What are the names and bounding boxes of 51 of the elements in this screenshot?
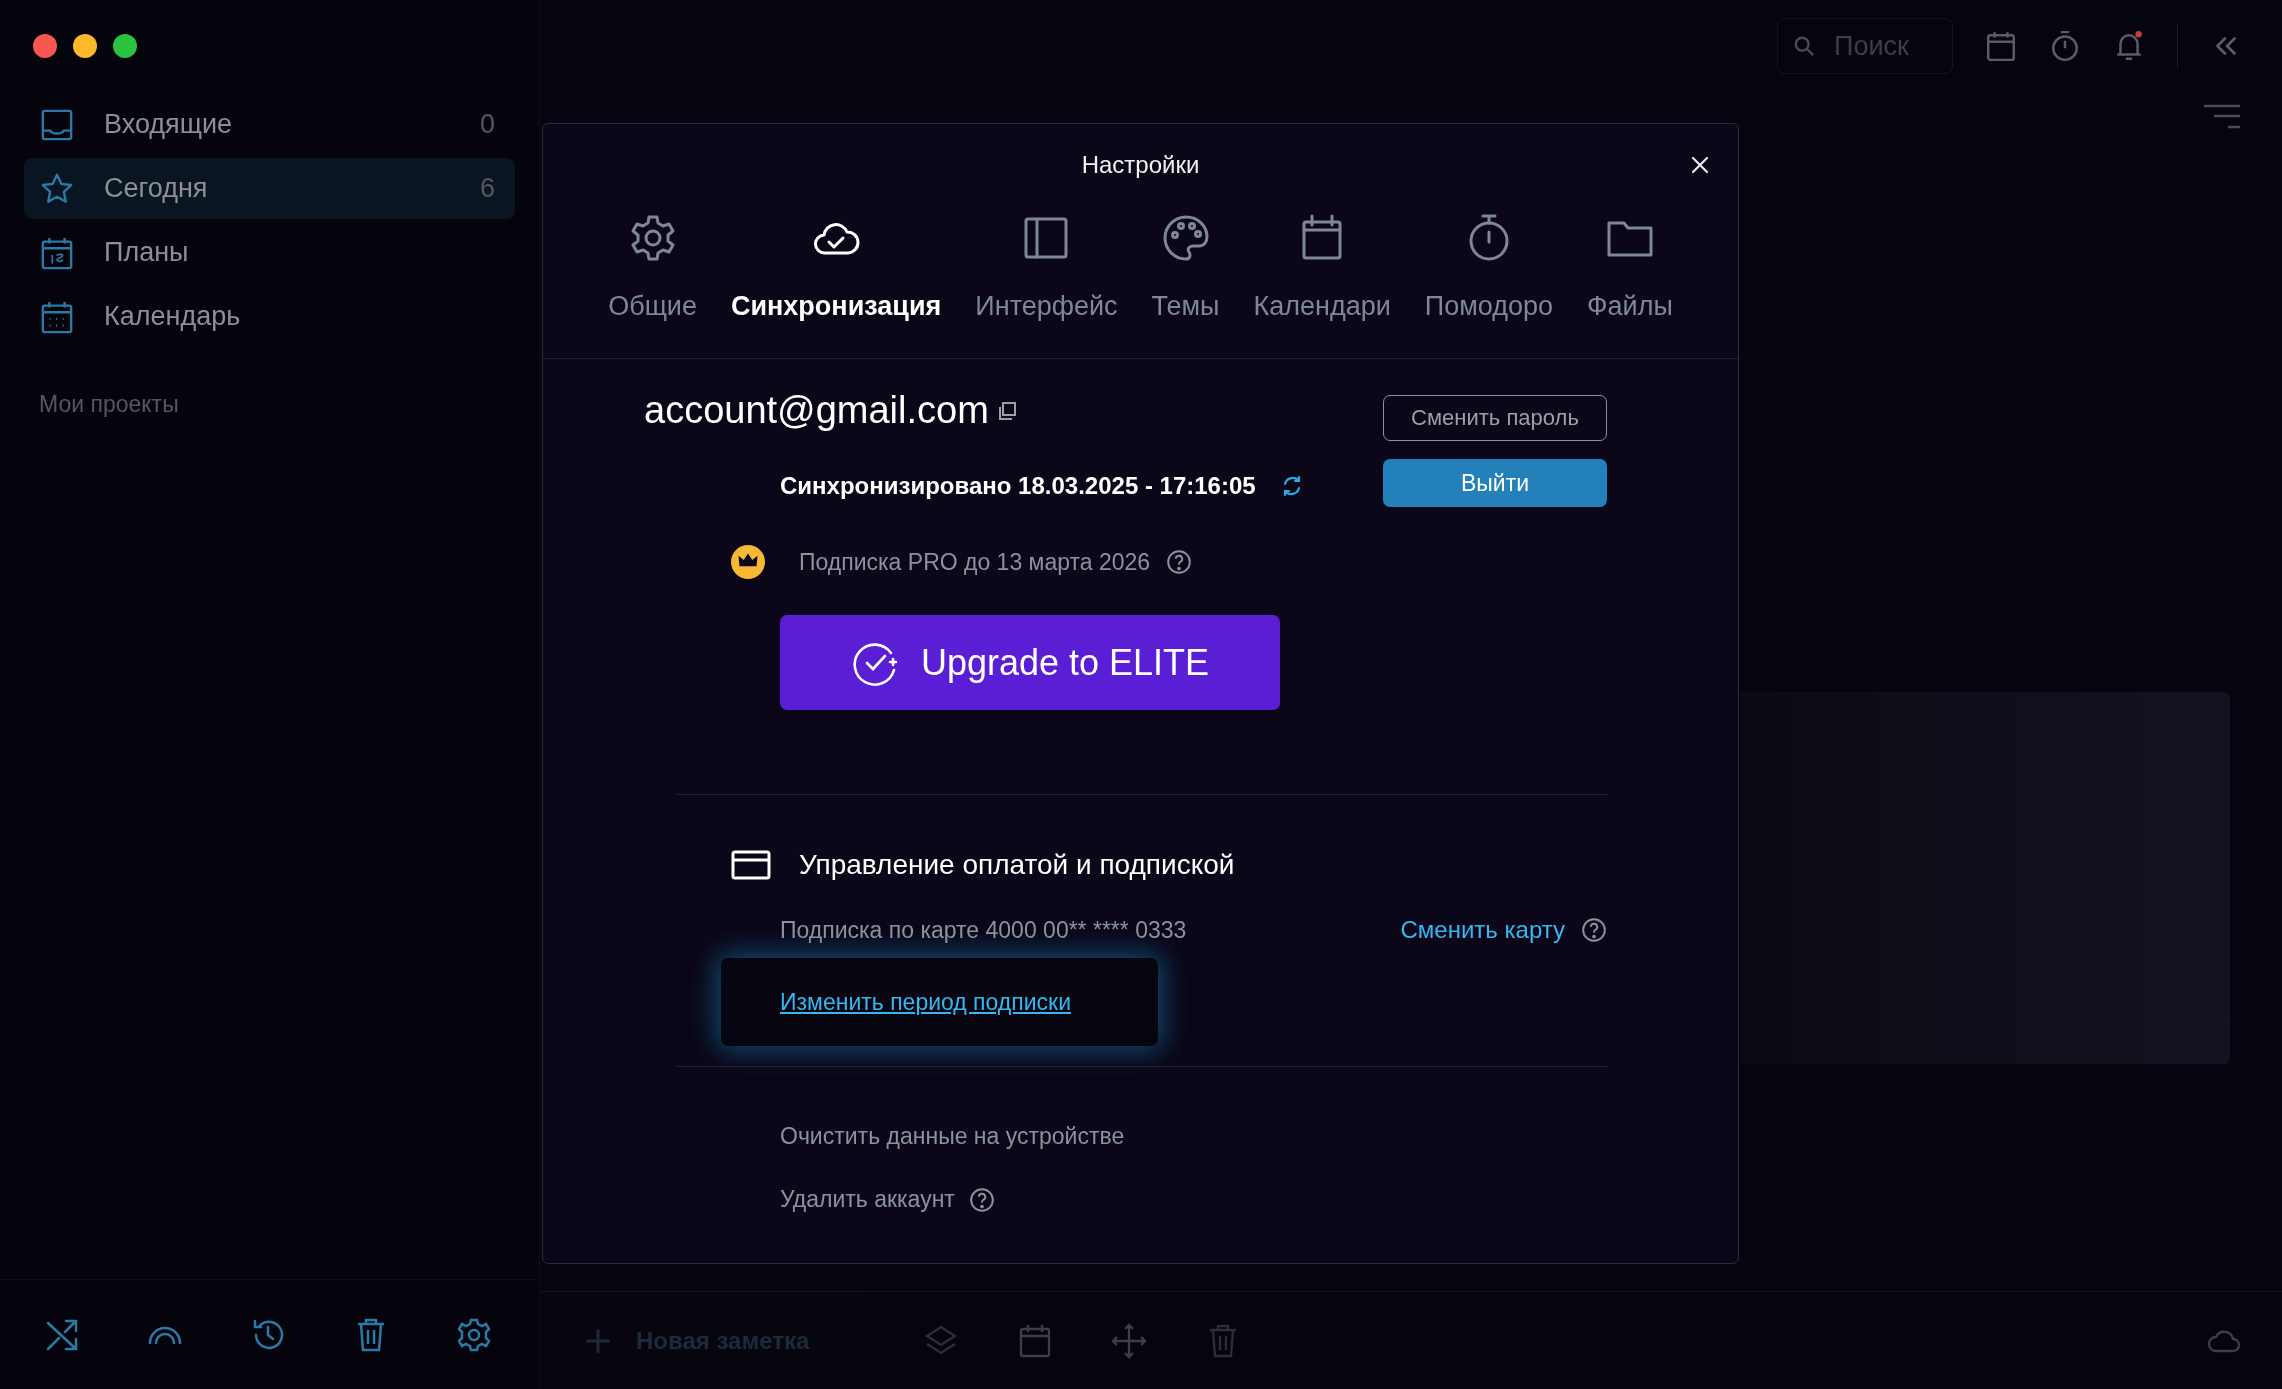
sidebar-item[interactable]: Календарь <box>24 286 515 347</box>
sidebar-item-label: Календарь <box>104 301 242 332</box>
star-icon <box>40 171 74 206</box>
section-heading: Управление оплатой и подпиской <box>799 849 1235 881</box>
account-email: account@gmail.com <box>644 389 989 432</box>
help-icon[interactable] <box>968 1186 995 1213</box>
crown-icon <box>731 545 765 579</box>
close-icon[interactable] <box>1690 155 1710 175</box>
settings-tab[interactable]: Помодоро <box>1420 213 1558 322</box>
sync-status: Синхронизировано 18.03.2025 - 17:16:05 <box>780 472 1256 500</box>
delete-account-link[interactable]: Удалить аккаунт <box>780 1186 955 1213</box>
logout-button[interactable]: Выйти <box>1383 459 1607 507</box>
minimize-window-button[interactable] <box>73 34 97 58</box>
settings-tab[interactable]: Синхронизация <box>726 213 946 322</box>
calendar-icon <box>40 299 74 334</box>
settings-tab[interactable]: Общие <box>604 213 701 322</box>
settings-icon[interactable] <box>456 1316 492 1353</box>
change-card-link[interactable]: Сменить карту <box>1400 916 1565 944</box>
sidebar-item-label: Планы <box>104 237 190 268</box>
sidebar-item[interactable]: Сегодня 6 <box>24 158 515 219</box>
change-password-button[interactable]: Сменить пароль <box>1383 395 1607 441</box>
calendar-icon[interactable] <box>1985 30 2017 62</box>
settings-tab[interactable]: Интерфейс <box>971 213 1122 322</box>
item-count: 6 <box>479 173 495 204</box>
section-heading: Мои проекты <box>38 390 180 418</box>
credit-card-icon <box>731 850 771 880</box>
help-icon[interactable] <box>1166 549 1193 575</box>
dialog-title: Настройки <box>1081 151 1200 179</box>
change-period-link[interactable]: Изменить период подписки <box>780 988 1071 1016</box>
plus-icon <box>584 1326 612 1355</box>
settings-tab[interactable]: Календари <box>1249 213 1395 322</box>
sidebar-item[interactable]: Планы <box>24 222 515 283</box>
item-count: 0 <box>479 109 495 140</box>
sidebar-item[interactable]: Входящие 0 <box>24 94 515 155</box>
stopwatch-icon[interactable] <box>2049 30 2081 62</box>
subscription-status: Подписка PRO до 13 марта 2026 <box>799 548 1151 576</box>
sidebar-item-label: Входящие <box>104 109 233 140</box>
copy-icon[interactable] <box>996 400 1017 421</box>
settings-tab[interactable]: Темы <box>1147 213 1224 322</box>
settings-tab[interactable]: Файлы <box>1583 213 1677 322</box>
upgrade-button[interactable]: Upgrade to ELITE <box>780 615 1280 710</box>
inbox-icon <box>40 107 74 142</box>
sidebar-item-label: Сегодня <box>104 173 209 204</box>
zoom-window-button[interactable] <box>113 34 137 58</box>
search-field[interactable]: Поиск <box>1777 18 1953 74</box>
close-window-button[interactable] <box>33 34 57 58</box>
clear-data-link[interactable]: Очистить данные на устройстве <box>780 1123 1125 1149</box>
calendar-day-icon <box>40 235 74 270</box>
search-icon <box>1793 35 1815 57</box>
card-info: Подписка по карте 4000 00** **** 0333 <box>780 916 1187 944</box>
help-icon[interactable] <box>1581 917 1607 943</box>
